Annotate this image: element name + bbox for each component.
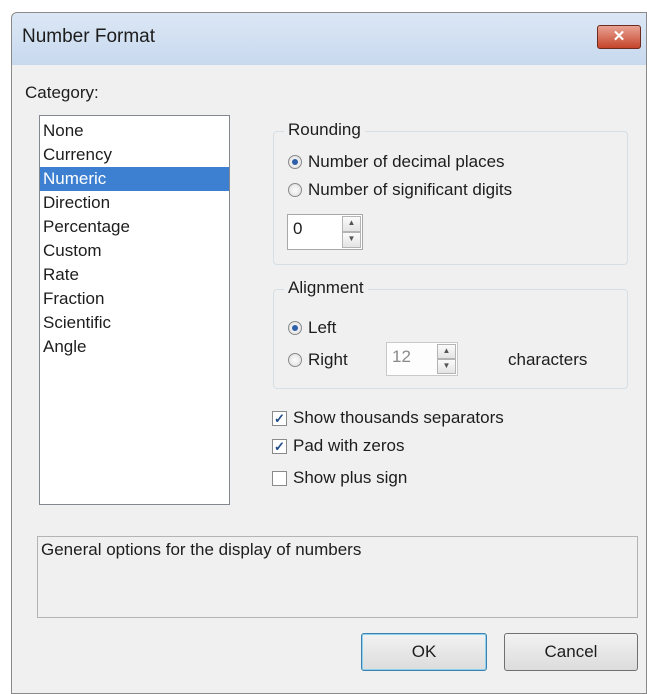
plus-sign-checkbox[interactable] xyxy=(272,470,287,486)
cancel-button[interactable]: Cancel xyxy=(504,633,638,671)
category-item[interactable]: Custom xyxy=(40,239,229,263)
ok-button[interactable]: OK xyxy=(361,633,487,671)
decimal-places-stepper[interactable]: 0 ▲ ▼ xyxy=(287,214,363,250)
category-item[interactable]: Direction xyxy=(40,191,229,215)
pad-zeros-checkbox[interactable]: ✓ xyxy=(272,438,287,454)
spin-up-icon[interactable]: ▲ xyxy=(342,216,361,232)
thousands-separator-checkbox[interactable]: ✓ xyxy=(272,410,287,426)
category-item[interactable]: None xyxy=(40,119,229,143)
close-icon: ✕ xyxy=(612,28,626,45)
thousands-separator-label: Show thousands separators xyxy=(293,408,504,427)
rounding-group-title: Rounding xyxy=(284,120,365,140)
significant-digits-option[interactable]: Number of significant digits xyxy=(288,180,512,200)
category-item[interactable]: Scientific xyxy=(40,311,229,335)
category-item[interactable]: Angle xyxy=(40,335,229,359)
alignment-group: Alignment Left Right 12 ▲ ▼ characters xyxy=(273,278,628,389)
pad-zeros-option[interactable]: ✓ Pad with zeros xyxy=(272,436,405,456)
dialog-title: Number Format xyxy=(22,26,156,47)
category-item[interactable]: Percentage xyxy=(40,215,229,239)
decimal-places-value[interactable]: 0 xyxy=(293,219,302,239)
plus-sign-option[interactable]: Show plus sign xyxy=(272,468,407,488)
align-right-radio[interactable] xyxy=(288,353,302,367)
align-right-label: Right xyxy=(308,350,348,369)
alignment-width-stepper[interactable]: 12 ▲ ▼ xyxy=(386,342,458,376)
decimal-places-radio[interactable] xyxy=(288,155,302,169)
spin-down-icon[interactable]: ▼ xyxy=(437,359,456,374)
description-text: General options for the display of numbe… xyxy=(41,540,362,559)
decimal-places-label: Number of decimal places xyxy=(308,152,505,171)
align-right-option[interactable]: Right xyxy=(288,350,348,370)
rounding-group: Rounding Number of decimal places Number… xyxy=(273,120,628,265)
category-item[interactable]: Rate xyxy=(40,263,229,287)
close-button[interactable]: ✕ xyxy=(597,25,641,49)
title-bar[interactable]: Number Format ✕ xyxy=(12,13,646,65)
plus-sign-label: Show plus sign xyxy=(293,468,408,487)
category-list[interactable]: None Currency Numeric Direction Percentage Cu… xyxy=(39,115,230,505)
thousands-separator-option[interactable]: ✓ Show thousands separators xyxy=(272,408,504,428)
category-item[interactable]: Fraction xyxy=(40,287,229,311)
spin-up-icon[interactable]: ▲ xyxy=(437,344,456,359)
category-label: Category: xyxy=(25,83,99,102)
category-item[interactable]: Numeric xyxy=(40,167,229,191)
alignment-group-title: Alignment xyxy=(284,278,368,298)
pad-zeros-label: Pad with zeros xyxy=(293,436,405,455)
category-item[interactable]: Currency xyxy=(40,143,229,167)
align-left-option[interactable]: Left xyxy=(288,318,336,338)
description-box: General options for the display of numbe… xyxy=(37,536,638,618)
number-format-dialog: Number Format ✕ Category: None Currency Nu… xyxy=(11,12,647,694)
significant-digits-radio[interactable] xyxy=(288,183,302,197)
align-left-radio[interactable] xyxy=(288,321,302,335)
alignment-width-value[interactable]: 12 xyxy=(392,347,411,367)
characters-label: characters xyxy=(508,350,588,369)
decimal-places-option[interactable]: Number of decimal places xyxy=(288,152,505,172)
spin-down-icon[interactable]: ▼ xyxy=(342,232,361,248)
align-left-label: Left xyxy=(308,318,337,337)
significant-digits-label: Number of significant digits xyxy=(308,180,513,199)
